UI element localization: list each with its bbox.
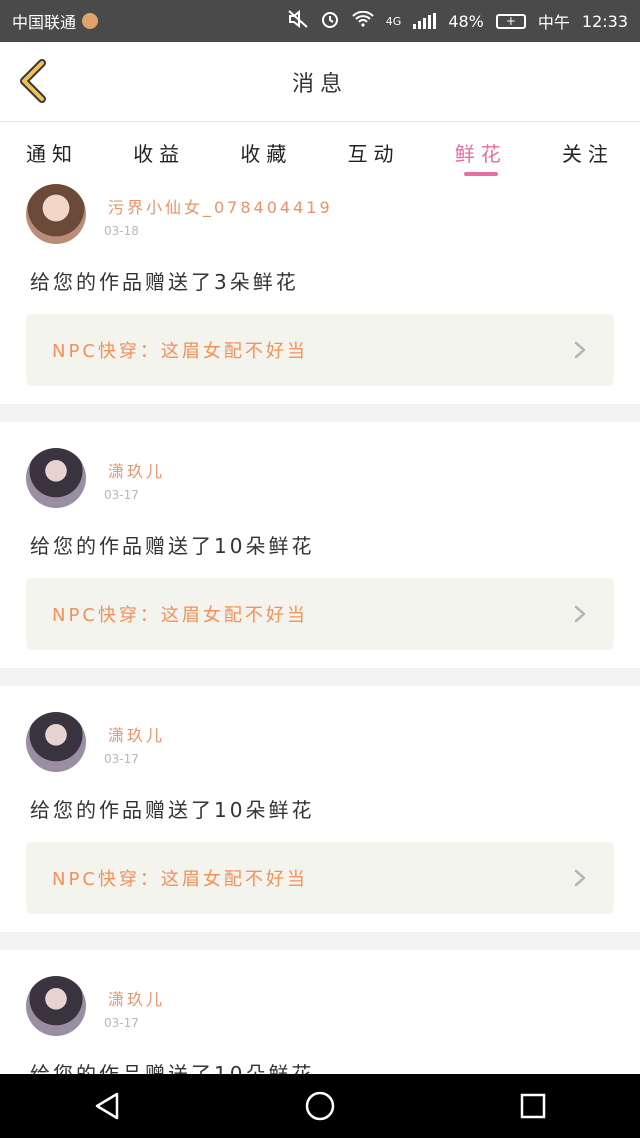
battery-icon: + [495,13,526,29]
avatar[interactable] [26,712,86,772]
battery-percent: 48% [448,11,484,31]
message-text: 给您的作品赠送了10朵鲜花 [30,798,315,822]
alarm-icon [320,9,340,33]
divider [0,932,640,950]
chevron-right-icon [574,605,586,623]
status-bar: 中国联通 4G 48% + 中午 12:33 [0,0,640,42]
carrier-label: 中国联通 [12,13,77,32]
tab-notifications[interactable]: 通知 [26,122,78,178]
message-date: 03-17 [104,1016,139,1030]
message-date: 03-17 [104,488,139,502]
avatar[interactable] [26,448,86,508]
work-title: NPC快穿：这眉女配不好当 [52,869,308,890]
chevron-right-icon [574,341,586,359]
avatar[interactable] [26,184,86,244]
wifi-icon [352,10,374,31]
list-item: 污界小仙女_078404419 03-18 给您的作品赠送了3朵鲜花 NPC快穿… [0,178,640,404]
tab-favorites[interactable]: 收藏 [240,122,292,178]
username[interactable]: 潇玖儿 [108,986,165,1010]
nav-back-button[interactable] [75,1074,139,1138]
message-text: 给您的作品赠送了3朵鲜花 [30,270,299,294]
home-circle-icon [305,1091,335,1121]
status-right: 4G 48% + 中午 12:33 [288,9,628,33]
back-triangle-icon [95,1092,118,1120]
work-title: NPC快穿：这眉女配不好当 [52,605,308,626]
header: 消息 [0,42,640,122]
network-type: 4G [385,14,402,28]
divider [0,404,640,422]
tab-flowers[interactable]: 鲜花 [455,122,507,178]
notification-icon [82,13,99,29]
list-item: 潇玖儿 03-17 给您的作品赠送了10朵鲜花 NPC快穿：这眉女配不好当 [0,422,640,668]
back-chevron-icon [20,59,46,103]
tab-interactions[interactable]: 互动 [348,122,400,178]
clock: 12:33 [581,11,628,31]
signal-icon [413,13,437,29]
recents-square-icon [521,1093,546,1119]
username[interactable]: 潇玖儿 [108,458,165,482]
username[interactable]: 潇玖儿 [108,722,165,746]
avatar[interactable] [26,976,86,1036]
nav-recents-button[interactable] [501,1074,565,1138]
mute-icon [288,9,308,32]
divider [0,668,640,686]
work-title: NPC快穿：这眉女配不好当 [52,341,308,362]
message-list: 污界小仙女_078404419 03-18 给您的作品赠送了3朵鲜花 NPC快穿… [0,178,640,1110]
message-text: 给您的作品赠送了10朵鲜花 [30,534,315,558]
system-nav-bar [0,1074,640,1138]
carrier: 中国联通 [12,9,99,33]
message-date: 03-18 [104,224,139,238]
work-link[interactable]: NPC快穿：这眉女配不好当 [26,578,614,650]
message-date: 03-17 [104,752,139,766]
chevron-right-icon [574,869,586,887]
tab-earnings[interactable]: 收益 [133,122,185,178]
page-title: 消息 [291,71,348,97]
work-link[interactable]: NPC快穿：这眉女配不好当 [26,314,614,386]
nav-home-button[interactable] [288,1074,352,1138]
time-period: 中午 [537,13,570,32]
tab-bar: 通知 收益 收藏 互动 鲜花 关注 [0,122,640,178]
back-button[interactable] [14,58,54,104]
work-link[interactable]: NPC快穿：这眉女配不好当 [26,842,614,914]
tab-following[interactable]: 关注 [562,122,614,178]
list-item: 潇玖儿 03-17 给您的作品赠送了10朵鲜花 NPC快穿：这眉女配不好当 [0,686,640,932]
username[interactable]: 污界小仙女_078404419 [108,194,333,218]
